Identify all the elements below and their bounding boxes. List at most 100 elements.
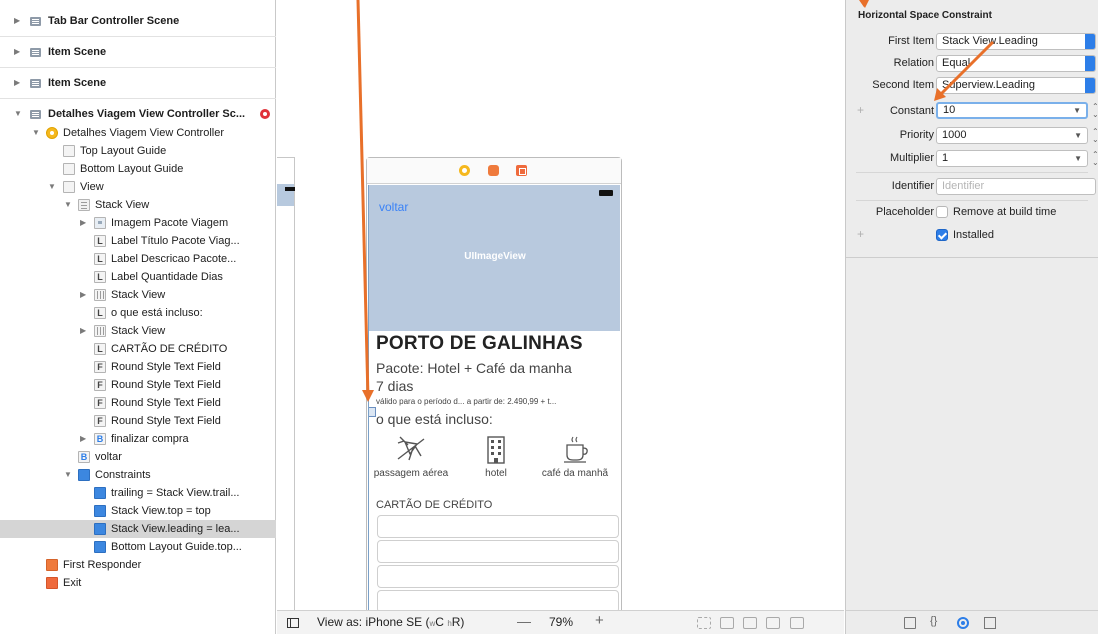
- storyboard-canvas[interactable]: voltar UIImageView PORTO DE GALINHAS Pac…: [277, 0, 844, 617]
- disclosure-right-icon[interactable]: ▶: [80, 286, 86, 304]
- align-icon[interactable]: [743, 617, 757, 629]
- disclosure-right-icon[interactable]: ▶: [14, 16, 20, 25]
- disclosure-right-icon[interactable]: ▶: [80, 322, 86, 340]
- disclosure-right-icon[interactable]: ▶: [14, 78, 20, 87]
- outline-row[interactable]: ▶ B finalizar compra: [0, 430, 276, 448]
- second-item-popup[interactable]: Superview.Leading: [936, 77, 1096, 94]
- outline-row[interactable]: B voltar: [0, 448, 276, 466]
- outline-row[interactable]: ▶ Stack View: [0, 286, 276, 304]
- scene-dock: [367, 158, 621, 184]
- days-label[interactable]: 7 dias: [376, 378, 413, 394]
- outline-toggle-icon[interactable]: [287, 618, 299, 628]
- disclosure-right-icon[interactable]: ▶: [14, 47, 20, 56]
- image-view[interactable]: voltar UIImageView: [369, 185, 620, 331]
- constant-value: 10: [943, 104, 956, 116]
- text-field[interactable]: [377, 540, 619, 563]
- outline-row[interactable]: Stack View.top = top: [0, 502, 276, 520]
- validity-price-label[interactable]: válido para o período d... a partir de: …: [376, 397, 556, 406]
- outline-row[interactable]: First Responder: [0, 556, 276, 574]
- outline-row[interactable]: ▼ Constraints: [0, 466, 276, 484]
- text-field[interactable]: [377, 515, 619, 538]
- outline-row[interactable]: Top Layout Guide: [0, 142, 276, 160]
- code-snippet-icon[interactable]: {}: [930, 615, 944, 627]
- outline-row-selected[interactable]: Stack View.leading = lea...: [0, 520, 276, 538]
- outline-row[interactable]: L CARTÃO DE CRÉDITO: [0, 340, 276, 358]
- update-frames-icon[interactable]: [697, 617, 711, 629]
- detalhes-viagem-scene[interactable]: voltar UIImageView PORTO DE GALINHAS Pac…: [366, 157, 622, 617]
- outline-row[interactable]: L Label Quantidade Dias: [0, 268, 276, 286]
- multiplier-field[interactable]: 1 ▼: [936, 150, 1088, 167]
- relation-popup[interactable]: Equal: [936, 55, 1096, 72]
- media-library-icon[interactable]: [984, 617, 996, 629]
- identifier-label: Identifier: [891, 180, 934, 192]
- constraint-handle[interactable]: [369, 407, 376, 417]
- first-item-popup[interactable]: Stack View.Leading: [936, 33, 1096, 50]
- disclosure-down-icon[interactable]: ▼: [14, 109, 22, 118]
- file-template-icon[interactable]: [904, 617, 916, 629]
- outline-row[interactable]: ▶ Imagem Pacote Viagem: [0, 214, 276, 232]
- scene-row[interactable]: ▶ Tab Bar Controller Scene: [0, 6, 276, 37]
- outline-row[interactable]: ▼ Stack View: [0, 196, 276, 214]
- text-field-icon: F: [94, 397, 106, 409]
- constant-field[interactable]: 10 ▼: [936, 102, 1088, 119]
- resolve-auto-layout-icon[interactable]: [790, 617, 804, 629]
- outline-row[interactable]: trailing = Stack View.trail...: [0, 484, 276, 502]
- outline-row[interactable]: F Round Style Text Field: [0, 376, 276, 394]
- scene-row[interactable]: ▶ Item Scene: [0, 68, 276, 99]
- identifier-field[interactable]: Identifier: [936, 178, 1096, 195]
- outline-row[interactable]: L Label Título Pacote Viag...: [0, 232, 276, 250]
- outline-row[interactable]: ▼ View: [0, 178, 276, 196]
- multiplier-stepper[interactable]: ⌃ ⌄: [1092, 151, 1098, 167]
- outline-row[interactable]: ▼ Detalhes Viagem View Controller: [0, 124, 276, 142]
- embed-in-stack-icon[interactable]: [720, 617, 734, 629]
- outline-row[interactable]: F Round Style Text Field: [0, 412, 276, 430]
- outline-row[interactable]: ▶ Stack View: [0, 322, 276, 340]
- included-label[interactable]: o que está incluso:: [376, 411, 493, 427]
- outline-row-label: Bottom Layout Guide.top...: [111, 541, 242, 553]
- voltar-button[interactable]: voltar: [379, 200, 408, 214]
- disclosure-right-icon[interactable]: ▶: [80, 214, 86, 232]
- outline-row-label: trailing = Stack View.trail...: [111, 487, 240, 499]
- priority-field[interactable]: 1000 ▼: [936, 127, 1088, 144]
- disclosure-down-icon[interactable]: ▼: [64, 466, 72, 484]
- add-variation-button[interactable]: +: [857, 227, 864, 241]
- size-class-c: C: [435, 615, 444, 629]
- battery-icon: [285, 187, 295, 191]
- scene-label: Detalhes Viagem View Controller Sc...: [48, 108, 246, 120]
- outline-row[interactable]: Bottom Layout Guide: [0, 160, 276, 178]
- priority-stepper[interactable]: ⌃ ⌄: [1092, 128, 1098, 144]
- view-controller-icon[interactable]: [459, 165, 470, 176]
- outline-row[interactable]: F Round Style Text Field: [0, 394, 276, 412]
- feature-item[interactable]: café da manhã: [535, 433, 615, 480]
- disclosure-right-icon[interactable]: ▶: [80, 430, 86, 448]
- feature-item[interactable]: hotel: [456, 433, 536, 480]
- zoom-in-button[interactable]: +: [595, 612, 604, 629]
- scene-view[interactable]: voltar UIImageView PORTO DE GALINHAS Pac…: [368, 185, 620, 617]
- remove-at-build-checkbox[interactable]: [936, 206, 948, 218]
- feature-item[interactable]: passagem aérea: [371, 433, 451, 480]
- credit-card-label[interactable]: CARTÃO DE CRÉDITO: [376, 499, 492, 511]
- object-library-icon[interactable]: [957, 617, 969, 629]
- outline-row[interactable]: Bottom Layout Guide.top...: [0, 538, 276, 556]
- text-field[interactable]: [377, 565, 619, 588]
- installed-checkbox[interactable]: [936, 229, 948, 241]
- zoom-out-button[interactable]: —: [517, 613, 531, 629]
- view-as-device-button[interactable]: View as: iPhone SE (wC hR): [317, 615, 464, 629]
- exit-icon[interactable]: [516, 165, 527, 176]
- scene-row[interactable]: ▶ Item Scene: [0, 37, 276, 68]
- outline-row[interactable]: F Round Style Text Field: [0, 358, 276, 376]
- outline-row[interactable]: Exit: [0, 574, 276, 592]
- disclosure-down-icon[interactable]: ▼: [64, 196, 72, 214]
- package-description-label[interactable]: Pacote: Hotel + Café da manha: [376, 360, 572, 376]
- constant-stepper[interactable]: ⌃ ⌄: [1092, 103, 1098, 119]
- add-constraints-icon[interactable]: [766, 617, 780, 629]
- first-responder-icon[interactable]: [488, 165, 499, 176]
- disclosure-down-icon[interactable]: ▼: [32, 124, 40, 142]
- outline-row[interactable]: L Label Descricao Pacote...: [0, 250, 276, 268]
- first-item-value: Stack View.Leading: [942, 35, 1038, 47]
- disclosure-down-icon[interactable]: ▼: [48, 178, 56, 196]
- error-indicator-icon[interactable]: [260, 109, 270, 119]
- package-title-label[interactable]: PORTO DE GALINHAS: [376, 333, 583, 355]
- outline-row[interactable]: L o que está incluso:: [0, 304, 276, 322]
- previous-scene-frame[interactable]: [277, 157, 295, 617]
